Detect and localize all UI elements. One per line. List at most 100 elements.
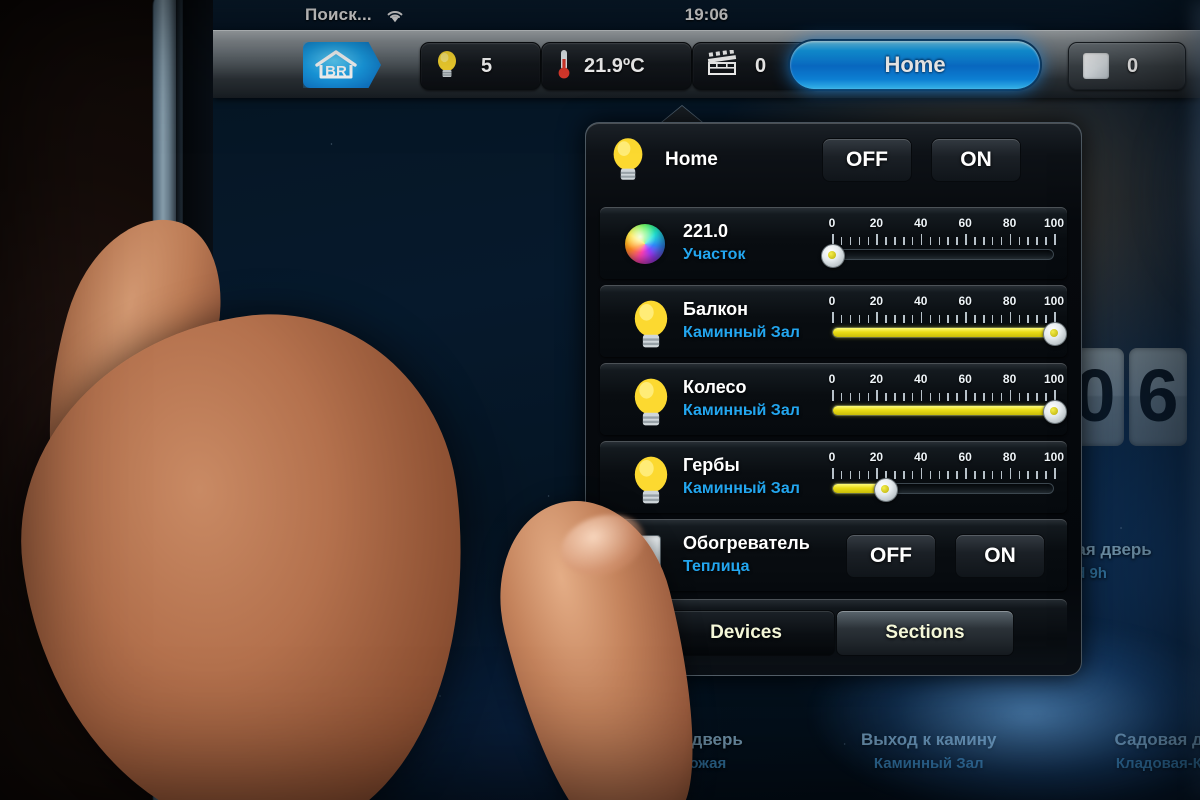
toggle-indicator: [616, 560, 627, 571]
slider-tick: [929, 315, 932, 323]
device-name: Обогреватель: [683, 533, 810, 553]
device-icon[interactable]: [618, 451, 670, 504]
device-row[interactable]: Балкон Каминный Зал 0 20 40 60 80 100: [600, 285, 1067, 357]
slider-tick: [1000, 471, 1003, 479]
device-icon[interactable]: [618, 217, 670, 269]
lights-popover: Home OFF ON 221.0 Участок 0 20 40 60 80 100: [585, 122, 1082, 676]
slider-tick-label: 100: [1043, 216, 1065, 230]
slider-tick: [938, 315, 941, 323]
slider-tick: [974, 471, 976, 479]
slider-tick: [991, 471, 994, 479]
slider-tick: [974, 237, 976, 245]
slider-tick: [911, 471, 914, 479]
slider-tick: [1000, 237, 1003, 245]
slider-tick: [840, 393, 843, 401]
slider-tick: [858, 471, 861, 479]
slider-tick-label: 100: [1043, 450, 1065, 464]
slider-tick: [903, 393, 905, 401]
slider-tick: [849, 471, 852, 479]
device-row[interactable]: Колесо Каминный Зал 0 20 40 60 80 100: [600, 363, 1067, 435]
slider-tick: [903, 315, 905, 323]
slider-tick: [840, 471, 843, 479]
slider-tick: [849, 315, 852, 323]
slider-tick: [1009, 390, 1012, 401]
slider-tick-label: 60: [958, 450, 972, 464]
slider-tick: [849, 237, 852, 245]
clapperboard-icon: [707, 48, 737, 83]
slider-knob[interactable]: [1043, 400, 1067, 424]
slider-tick: [1045, 237, 1047, 245]
tab-devices[interactable]: Devices: [657, 610, 835, 656]
slider-knob[interactable]: [821, 244, 845, 268]
device-name: Гербы: [683, 455, 740, 475]
device-labels: Колесо Каминный Зал: [683, 377, 800, 420]
slider-tick: [974, 393, 976, 401]
rocker-switch-icon[interactable]: OFF: [612, 533, 674, 579]
toolbar-lights-counter[interactable]: 5: [420, 42, 541, 90]
slider-tick: [920, 312, 923, 323]
lightbulb-icon[interactable]: [628, 453, 674, 512]
slider-tick: [876, 468, 878, 479]
slider-tick: [1009, 312, 1012, 323]
device-on-button[interactable]: ON: [955, 534, 1045, 578]
slider-tick: [894, 471, 896, 479]
slider-tick: [1018, 471, 1020, 479]
brightness-slider[interactable]: 0 20 40 60 80 100: [821, 216, 1064, 269]
slider-tick: [885, 315, 887, 323]
toolbar-temperature[interactable]: 21.9ºC: [541, 42, 692, 90]
switches-count: 0: [1127, 54, 1139, 77]
slider-tick-label: 80: [1002, 294, 1017, 308]
toolbar-switches-counter[interactable]: 0: [1068, 42, 1186, 90]
home-tab-button[interactable]: Home: [790, 41, 1040, 89]
device-room: Каминный Зал: [683, 480, 800, 497]
slider-tick: [849, 393, 852, 401]
slider-tick: [911, 393, 914, 401]
slider-knob[interactable]: [1043, 322, 1067, 346]
slider-tick: [956, 315, 958, 323]
device-icon[interactable]: [618, 295, 670, 348]
all-lights-on-button[interactable]: ON: [931, 138, 1021, 182]
slider-tick: [1054, 234, 1056, 245]
color-wheel-icon[interactable]: [625, 224, 665, 264]
brightness-slider[interactable]: 0 20 40 60 80 100: [829, 294, 1067, 347]
slider-tick-label: 20: [869, 216, 884, 230]
slider-tick-label: 60: [958, 216, 972, 230]
lightbulb-icon: [608, 135, 648, 188]
brightness-slider[interactable]: 0 20 40 60 80 100: [828, 450, 1064, 503]
slider-knob[interactable]: [874, 478, 899, 502]
status-bar: Поиск... 19:06: [213, 0, 1200, 30]
all-lights-off-button[interactable]: OFF: [822, 138, 912, 182]
home-logo-button[interactable]: BR: [303, 42, 381, 88]
popover-title: Home: [665, 149, 718, 170]
slider-tick: [1027, 237, 1029, 245]
slider-tick: [903, 237, 905, 245]
toggle-switch[interactable]: [637, 535, 661, 579]
device-icon[interactable]: [618, 373, 670, 426]
device-off-button[interactable]: OFF: [846, 534, 936, 578]
slider-tick: [876, 390, 878, 401]
slider-tick: [858, 393, 861, 401]
slider-tick: [983, 237, 985, 245]
slider-fill: [833, 328, 1054, 337]
clock-digit: 6: [1129, 348, 1187, 446]
device-row[interactable]: 221.0 Участок 0 20 40 60 80 100: [600, 207, 1067, 279]
lightbulb-icon[interactable]: [628, 297, 674, 356]
slider-tick-label: 80: [1002, 450, 1017, 464]
toggle-state-label: OFF: [612, 547, 632, 558]
brightness-slider[interactable]: 0 20 40 60 80 100: [829, 372, 1067, 425]
slider-fill: [833, 406, 1054, 415]
slider-tick-label: 100: [1043, 294, 1065, 308]
slider-tick: [983, 471, 985, 479]
slider-tick: [1045, 471, 1047, 479]
slider-tick-label: 0: [828, 450, 836, 464]
slider-tick-label: 80: [1002, 216, 1017, 230]
lightbulb-icon[interactable]: [628, 375, 674, 434]
slider-tick-label: 40: [914, 372, 928, 386]
device-row[interactable]: OFF Обогреватель Теплица OFF ON: [600, 519, 1067, 591]
tab-sections[interactable]: Sections: [836, 610, 1014, 656]
slider-tick: [991, 237, 994, 245]
slider-track[interactable]: [832, 249, 1054, 260]
switch-square-icon: [1083, 53, 1109, 79]
device-row[interactable]: Гербы Каминный Зал 0 20 40 60 80 100: [600, 441, 1067, 513]
status-time: 19:06: [684, 5, 729, 24]
